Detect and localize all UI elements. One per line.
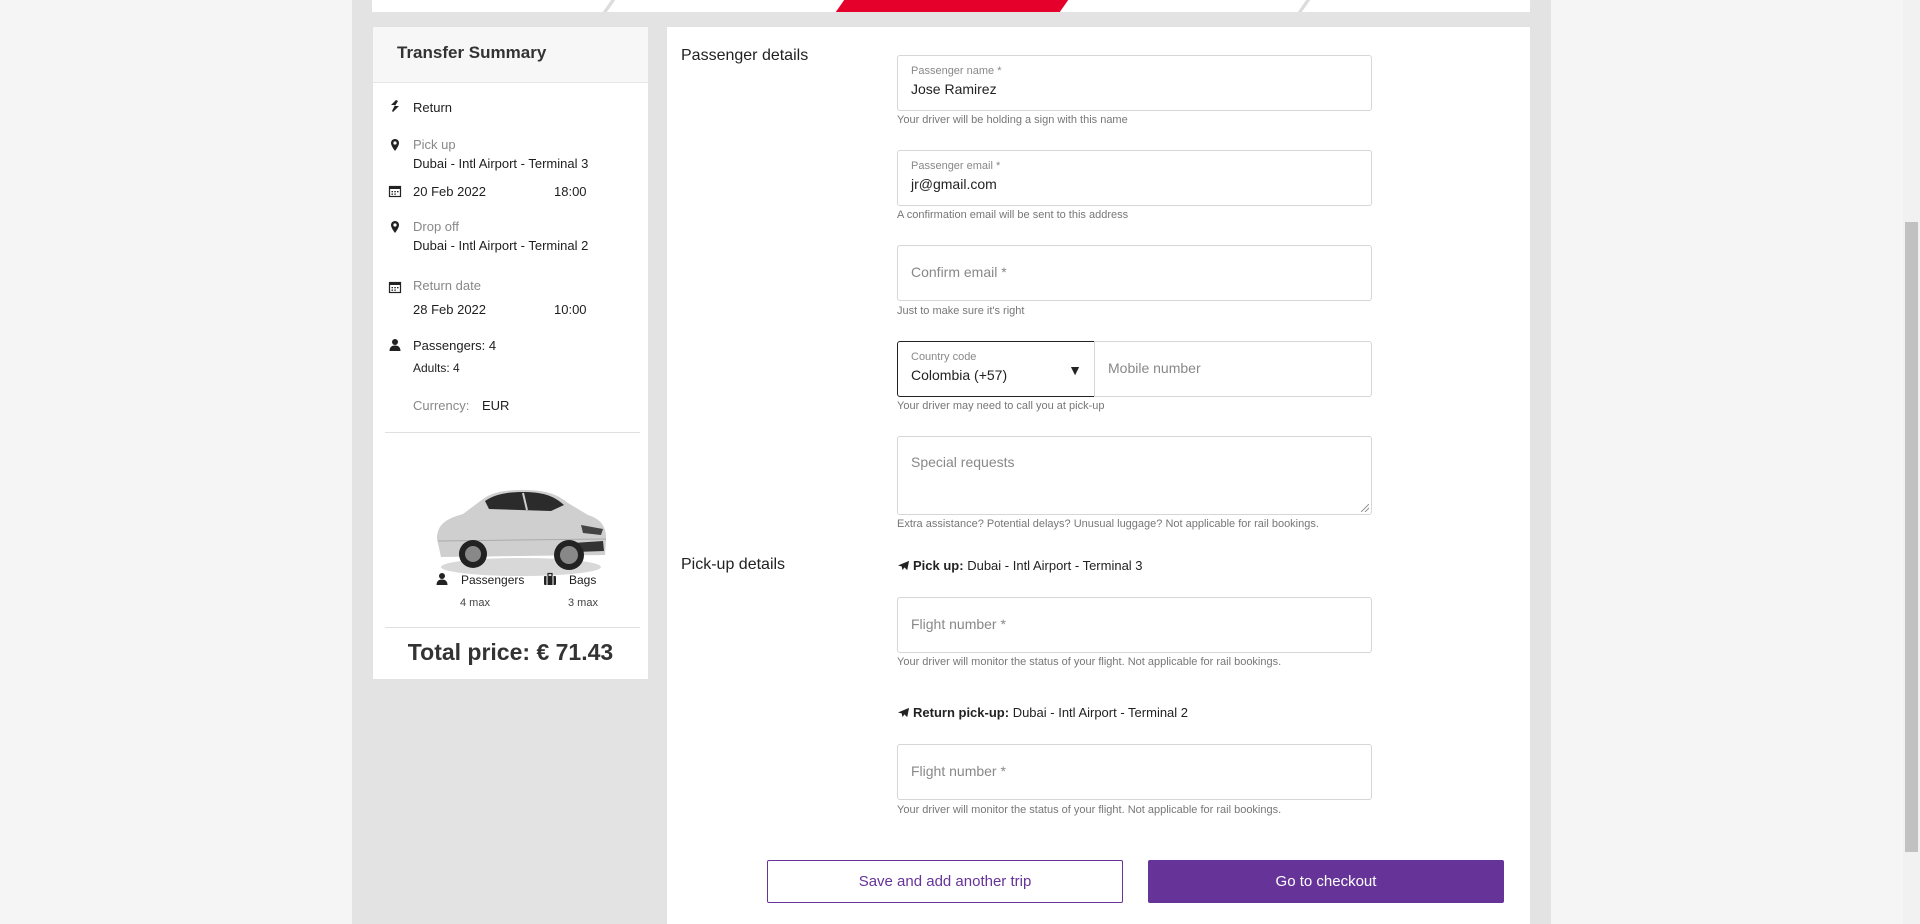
step-divider — [1297, 0, 1311, 12]
passenger-count: Passengers: 4 — [413, 338, 497, 353]
return-date-label: Return date — [413, 278, 481, 293]
confirm-email-hint: Just to make sure it's right — [897, 305, 1025, 317]
return-pickup-value: Dubai - Intl Airport - Terminal 2 — [1012, 705, 1189, 720]
special-requests-field[interactable]: Special requests — [897, 436, 1372, 515]
caret-down-icon: ▼ — [1068, 362, 1082, 378]
currency-label: Currency: — [413, 398, 470, 413]
vehicle-bags-label: Bags — [569, 573, 597, 587]
pickup-date: 20 Feb 2022 — [413, 184, 487, 199]
save-and-add-trip-button[interactable]: Save and add another trip — [767, 860, 1123, 903]
vehicle-bags-max: 3 max — [568, 597, 598, 609]
passengers-icon — [435, 572, 449, 586]
pickup-info-value: Dubai - Intl Airport - Terminal 3 — [967, 558, 1143, 573]
return-pickup-info: Return pick-up: Dubai - Intl Airport - T… — [897, 705, 1188, 720]
passenger-details-title: Passenger details — [681, 47, 809, 64]
confirm-email-field[interactable]: Confirm email * — [897, 245, 1372, 301]
summary-divider — [385, 627, 640, 628]
step-divider — [602, 0, 616, 12]
progress-steps — [372, 0, 1530, 12]
field-label: Passenger name * — [911, 65, 1002, 77]
passenger-email-value[interactable]: jr@gmail.com — [911, 176, 1351, 192]
vehicle-passengers-label: Passengers — [461, 573, 525, 587]
special-requests-hint: Extra assistance? Potential delays? Unus… — [897, 518, 1319, 530]
pickup-info-label: Pick up: — [913, 558, 964, 573]
currency-value: EUR — [482, 398, 510, 413]
vehicle-passengers-max: 4 max — [460, 597, 490, 609]
passenger-name-value[interactable]: Jose Ramirez — [911, 81, 1351, 97]
flight-number-field[interactable]: Flight number * — [897, 597, 1372, 653]
return-date: 28 Feb 2022 — [413, 302, 487, 317]
pickup-details-title: Pick-up details — [681, 556, 786, 573]
country-code-select[interactable]: Country code Colombia (+57) ▼ — [897, 341, 1095, 397]
field-label: Country code — [911, 351, 977, 363]
calendar-icon — [388, 280, 402, 294]
total-price: Total price: € 71.43 — [407, 639, 614, 665]
calendar-icon — [388, 184, 402, 198]
active-step — [835, 0, 1069, 12]
transfer-summary: Transfer Summary Return Pick up Dubai - … — [372, 26, 649, 680]
dropoff-location: Dubai - Intl Airport - Terminal 2 — [413, 238, 589, 253]
country-code-value: Colombia (+57) — [911, 367, 1008, 383]
location-pin-icon — [388, 220, 402, 234]
field-placeholder: Special requests — [911, 454, 1015, 470]
pickup-info: Pick up: Dubai - Intl Airport - Terminal… — [897, 558, 1143, 573]
dropoff-label: Drop off — [413, 219, 460, 234]
resize-handle-icon[interactable] — [1361, 504, 1369, 512]
scrollbar[interactable] — [1903, 0, 1920, 924]
passenger-name-hint: Your driver will be holding a sign with … — [897, 114, 1128, 126]
person-icon — [388, 338, 402, 352]
summary-divider — [385, 432, 640, 433]
field-placeholder: Mobile number — [1108, 360, 1201, 376]
return-flight-number-hint: Your driver will monitor the status of y… — [897, 804, 1282, 816]
booking-form: Passenger details Passenger name * Jose … — [666, 26, 1531, 924]
return-pickup-label: Return pick-up: — [913, 705, 1010, 720]
luggage-icon — [543, 572, 557, 586]
vehicle-image — [423, 459, 613, 583]
passenger-email-field[interactable]: Passenger email * jr@gmail.com — [897, 150, 1372, 206]
pickup-time: 18:00 — [554, 184, 587, 199]
return-time: 10:00 — [554, 302, 587, 317]
passenger-email-hint: A confirmation email will be sent to thi… — [897, 209, 1129, 221]
summary-title: Transfer Summary — [373, 27, 648, 83]
trip-type: Return — [413, 100, 453, 115]
field-placeholder: Flight number * — [911, 616, 1006, 632]
pickup-label: Pick up — [413, 137, 456, 152]
mobile-number-field[interactable]: Mobile number — [1094, 341, 1372, 397]
adult-count: Adults: 4 — [413, 361, 460, 375]
plane-icon — [897, 707, 910, 718]
field-placeholder: Confirm email * — [911, 264, 1007, 280]
field-placeholder: Flight number * — [911, 763, 1006, 779]
return-flight-number-field[interactable]: Flight number * — [897, 744, 1372, 800]
passenger-name-field[interactable]: Passenger name * Jose Ramirez — [897, 55, 1372, 111]
return-icon — [388, 99, 402, 113]
go-to-checkout-button[interactable]: Go to checkout — [1148, 860, 1504, 903]
location-pin-icon — [388, 138, 402, 152]
plane-icon — [897, 560, 910, 571]
scrollbar-thumb[interactable] — [1905, 222, 1918, 852]
flight-number-hint: Your driver will monitor the status of y… — [897, 656, 1282, 668]
field-label: Passenger email * — [911, 160, 1001, 172]
phone-hint: Your driver may need to call you at pick… — [897, 400, 1105, 412]
pickup-location: Dubai - Intl Airport - Terminal 3 — [413, 156, 589, 171]
